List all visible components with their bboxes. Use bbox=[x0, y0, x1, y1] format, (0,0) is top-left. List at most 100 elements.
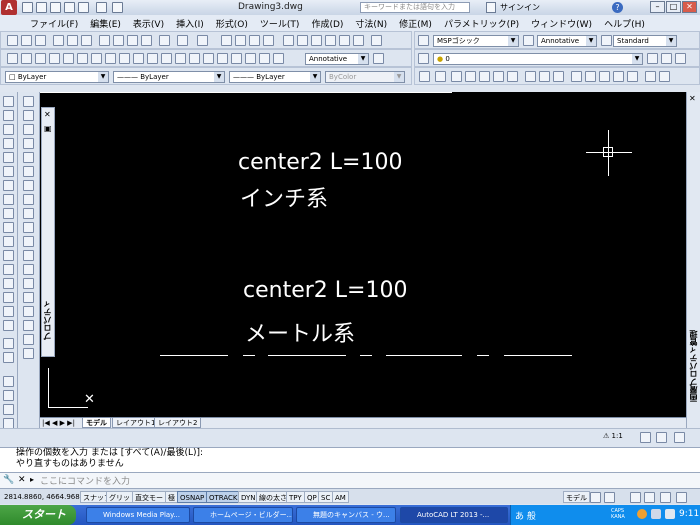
minimize-button[interactable]: – bbox=[650, 1, 665, 13]
polyline-icon[interactable] bbox=[23, 124, 34, 135]
dimension-break-icon[interactable] bbox=[175, 53, 186, 64]
autohide-icon[interactable]: ▣ bbox=[44, 124, 52, 133]
calculator-icon[interactable] bbox=[353, 35, 364, 46]
save-as-icon[interactable] bbox=[64, 2, 75, 13]
point-icon[interactable] bbox=[23, 278, 34, 289]
paste-icon[interactable] bbox=[127, 35, 138, 46]
open-icon[interactable] bbox=[21, 35, 32, 46]
multileader-style-select[interactable]: Annotative ▼ bbox=[305, 53, 369, 65]
stretch-icon[interactable] bbox=[3, 208, 14, 219]
copy-icon[interactable] bbox=[113, 35, 124, 46]
jogged-icon[interactable] bbox=[77, 53, 88, 64]
scale-icon[interactable] bbox=[3, 194, 14, 205]
redo-icon[interactable] bbox=[112, 2, 123, 13]
menu-parametric[interactable]: パラメトリック(P) bbox=[444, 17, 519, 30]
menu-edit[interactable]: 編集(E) bbox=[90, 17, 121, 30]
new-icon[interactable] bbox=[7, 35, 18, 46]
undo-icon[interactable] bbox=[96, 2, 107, 13]
centerline-metric-segment[interactable] bbox=[477, 355, 489, 356]
block-editor-icon[interactable] bbox=[159, 35, 170, 46]
centerline-metric-segment[interactable] bbox=[360, 355, 372, 356]
snap-quadrant-icon[interactable] bbox=[539, 71, 550, 82]
mtext-icon[interactable] bbox=[3, 390, 14, 401]
center-mark-icon[interactable] bbox=[203, 53, 214, 64]
dimension-edit-icon[interactable] bbox=[245, 53, 256, 64]
layer-select[interactable]: ● 0 ▼ bbox=[433, 53, 643, 65]
centerline-metric-segment[interactable] bbox=[160, 355, 228, 356]
snap-nearest-icon[interactable] bbox=[627, 71, 638, 82]
chamfer-icon[interactable] bbox=[3, 278, 14, 289]
plot-style-select[interactable]: ByColor ▼ bbox=[325, 71, 405, 83]
close-icon[interactable]: ✕ bbox=[689, 94, 696, 103]
undo-icon[interactable] bbox=[177, 35, 188, 46]
help-search-input[interactable]: キーワードまたは語句を入力 bbox=[360, 2, 470, 13]
jogged-linear-icon[interactable] bbox=[231, 53, 242, 64]
match-properties-icon[interactable] bbox=[141, 35, 152, 46]
close-icon[interactable]: ✕ bbox=[44, 110, 51, 119]
tpy-toggle[interactable]: TPY bbox=[286, 491, 305, 503]
multiline-text-icon[interactable] bbox=[23, 348, 34, 359]
menu-modify[interactable]: 修正(M) bbox=[399, 17, 432, 30]
color-select[interactable]: □ ByLayer ▼ bbox=[5, 71, 109, 83]
snap-parallel-icon[interactable] bbox=[585, 71, 596, 82]
close-button[interactable]: ✕ bbox=[682, 1, 697, 13]
am-toggle[interactable]: AM bbox=[332, 491, 349, 503]
drawing-text-metric[interactable]: メートル系 bbox=[245, 316, 355, 348]
tool-palettes-icon[interactable] bbox=[311, 35, 322, 46]
explode-icon[interactable] bbox=[3, 320, 14, 331]
region-icon[interactable] bbox=[23, 320, 34, 331]
lightbulb-icon[interactable] bbox=[674, 432, 685, 443]
break-icon[interactable] bbox=[3, 250, 14, 261]
layer-state-icon[interactable] bbox=[675, 53, 686, 64]
quick-view-drawings-icon[interactable] bbox=[604, 492, 615, 503]
quick-dimension-icon[interactable] bbox=[119, 53, 130, 64]
quick-view-layouts-icon[interactable] bbox=[590, 492, 601, 503]
centerline-inch[interactable] bbox=[40, 92, 452, 93]
snap-apparent-icon[interactable] bbox=[493, 71, 504, 82]
continue-icon[interactable] bbox=[147, 53, 158, 64]
line-icon[interactable] bbox=[23, 96, 34, 107]
drawing-text-center2-metric[interactable]: center2 L=100 bbox=[243, 278, 407, 303]
pedit-icon[interactable] bbox=[3, 338, 14, 349]
user-icon[interactable] bbox=[486, 2, 496, 13]
snap-extension-icon[interactable] bbox=[507, 71, 518, 82]
signin-link[interactable]: サインイン bbox=[500, 2, 540, 13]
centerline-metric-segment[interactable] bbox=[268, 355, 346, 356]
tray-icon[interactable] bbox=[651, 509, 661, 519]
auto-scale-icon[interactable] bbox=[656, 432, 667, 443]
gradient-icon[interactable] bbox=[23, 306, 34, 317]
isolate-objects-icon[interactable] bbox=[660, 492, 671, 503]
hatch-icon[interactable] bbox=[23, 292, 34, 303]
snap-center-icon[interactable] bbox=[525, 71, 536, 82]
pan-icon[interactable] bbox=[221, 35, 232, 46]
tab-nav-arrows[interactable]: |◀ ◀ ▶ ▶| bbox=[42, 419, 75, 427]
move-icon[interactable] bbox=[3, 166, 14, 177]
rectangle-icon[interactable] bbox=[23, 152, 34, 163]
tab-model[interactable]: モデル bbox=[82, 418, 111, 428]
text-edit-icon[interactable] bbox=[3, 404, 14, 415]
properties-icon[interactable] bbox=[283, 35, 294, 46]
save-icon[interactable] bbox=[35, 35, 46, 46]
layer-properties-label[interactable]: 画層プロパティ管理 bbox=[688, 330, 699, 402]
otrack-toggle[interactable]: OTRACK bbox=[206, 491, 241, 503]
ime-indicator[interactable]: あ 般 bbox=[515, 509, 536, 522]
drawing-text-inch[interactable]: インチ系 bbox=[240, 181, 328, 213]
zoom-previous-icon[interactable] bbox=[263, 35, 274, 46]
snap-tangent-icon[interactable] bbox=[553, 71, 564, 82]
construction-line-icon[interactable] bbox=[23, 110, 34, 121]
arc-icon[interactable] bbox=[23, 166, 34, 177]
help-icon[interactable] bbox=[371, 35, 382, 46]
linetype-select[interactable]: ——— ByLayer ▼ bbox=[113, 71, 225, 83]
dimension-space-icon[interactable] bbox=[161, 53, 172, 64]
blend-icon[interactable] bbox=[3, 306, 14, 317]
arc-length-icon[interactable] bbox=[35, 53, 46, 64]
clean-screen-icon[interactable] bbox=[676, 492, 687, 503]
open-icon[interactable] bbox=[36, 2, 47, 13]
ellipse-arc-icon[interactable] bbox=[23, 236, 34, 247]
autocad-logo-icon[interactable]: A bbox=[1, 0, 17, 15]
table-style-icon[interactable] bbox=[601, 35, 612, 46]
snap-intersection-icon[interactable] bbox=[479, 71, 490, 82]
workspace-icon[interactable] bbox=[630, 492, 641, 503]
taskbar-item-media-player[interactable]: Windows Media Play... bbox=[86, 507, 190, 523]
copy-object-icon[interactable] bbox=[3, 110, 14, 121]
